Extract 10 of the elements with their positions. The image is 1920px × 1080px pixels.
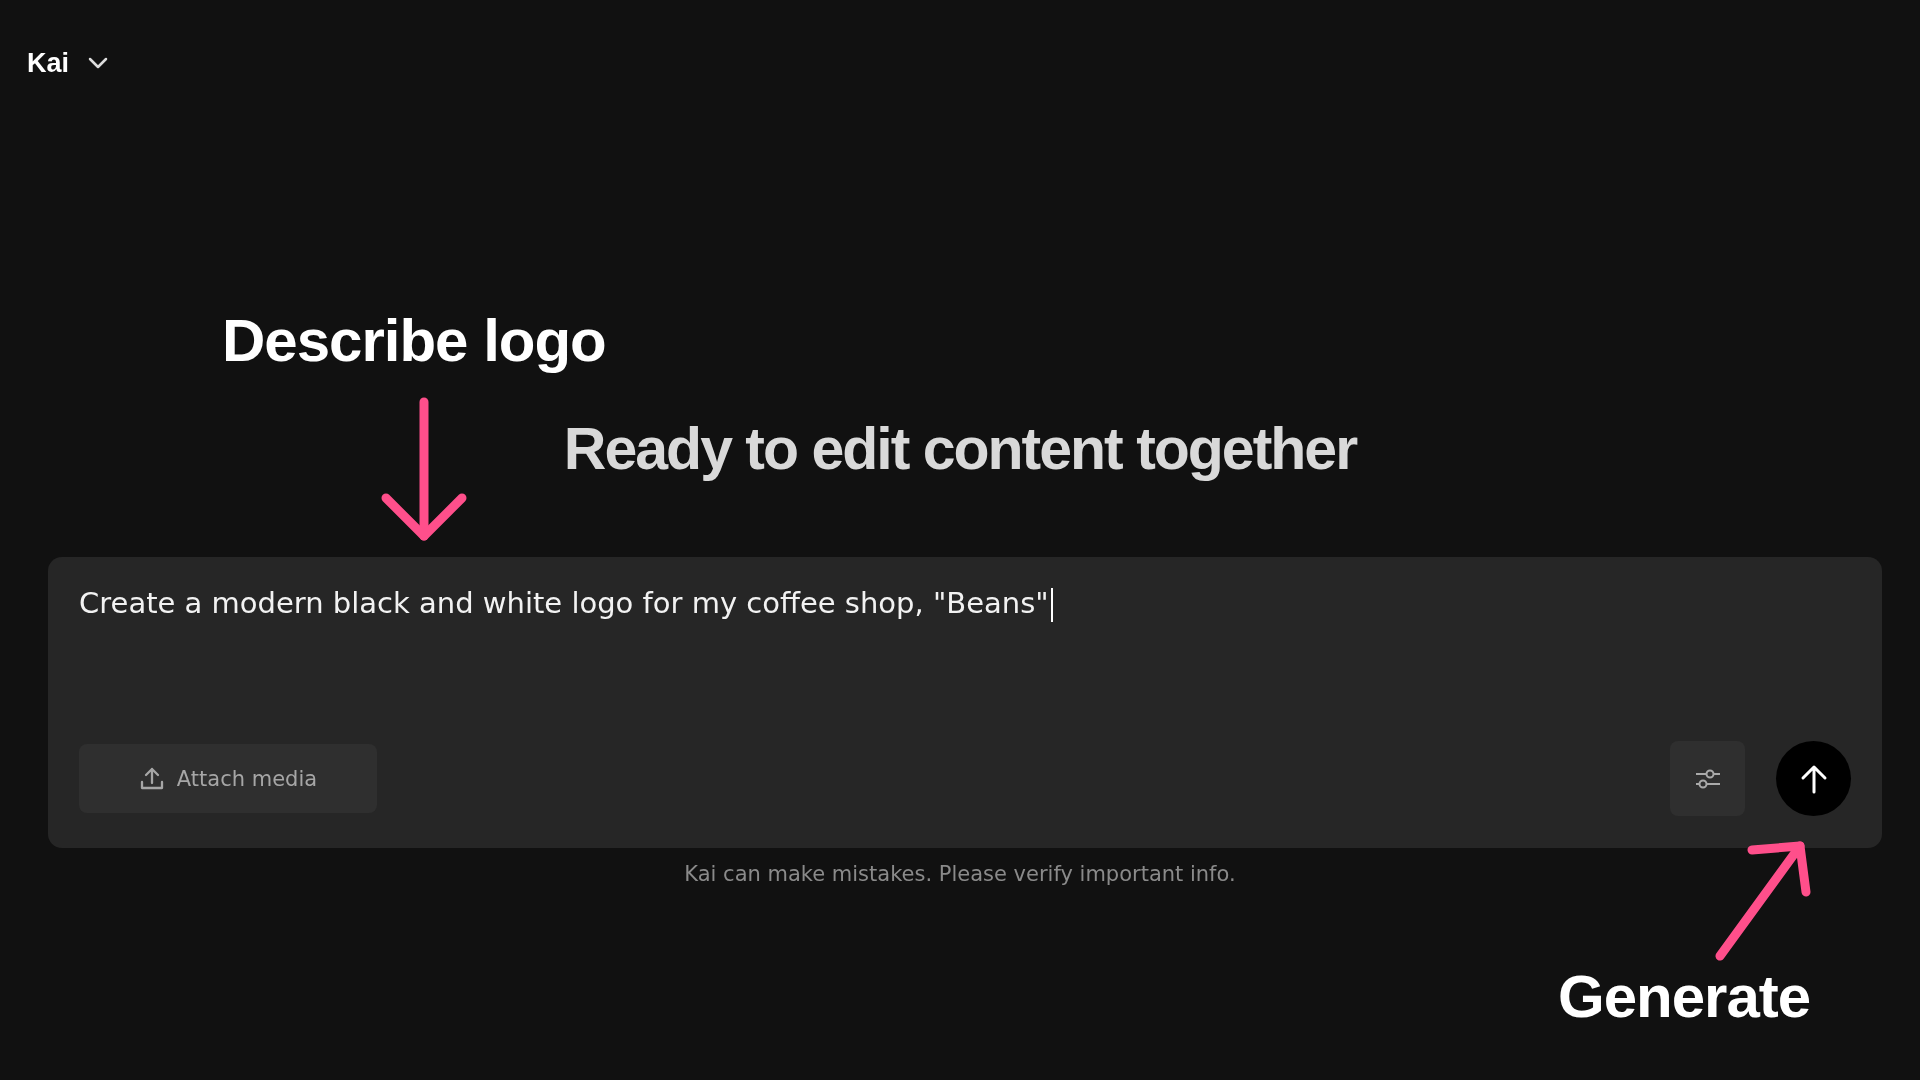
app-title: Kai: [27, 47, 70, 79]
chevron-down-icon[interactable]: [87, 56, 110, 70]
annotation-label: Describe logo: [222, 306, 606, 375]
settings-button[interactable]: [1670, 741, 1745, 816]
heading: Ready to edit content together: [562, 416, 1358, 483]
disclaimer-text: Kai can make mistakes. Please verify important info.: [683, 862, 1237, 886]
attach-media-button[interactable]: Attach media: [79, 744, 377, 813]
annotation-label: Generate: [1558, 962, 1811, 1031]
upload-icon: [138, 765, 165, 792]
prompt-field[interactable]: Create a modern black and white logo for my coffee shop, "Beans": [79, 583, 1851, 741]
